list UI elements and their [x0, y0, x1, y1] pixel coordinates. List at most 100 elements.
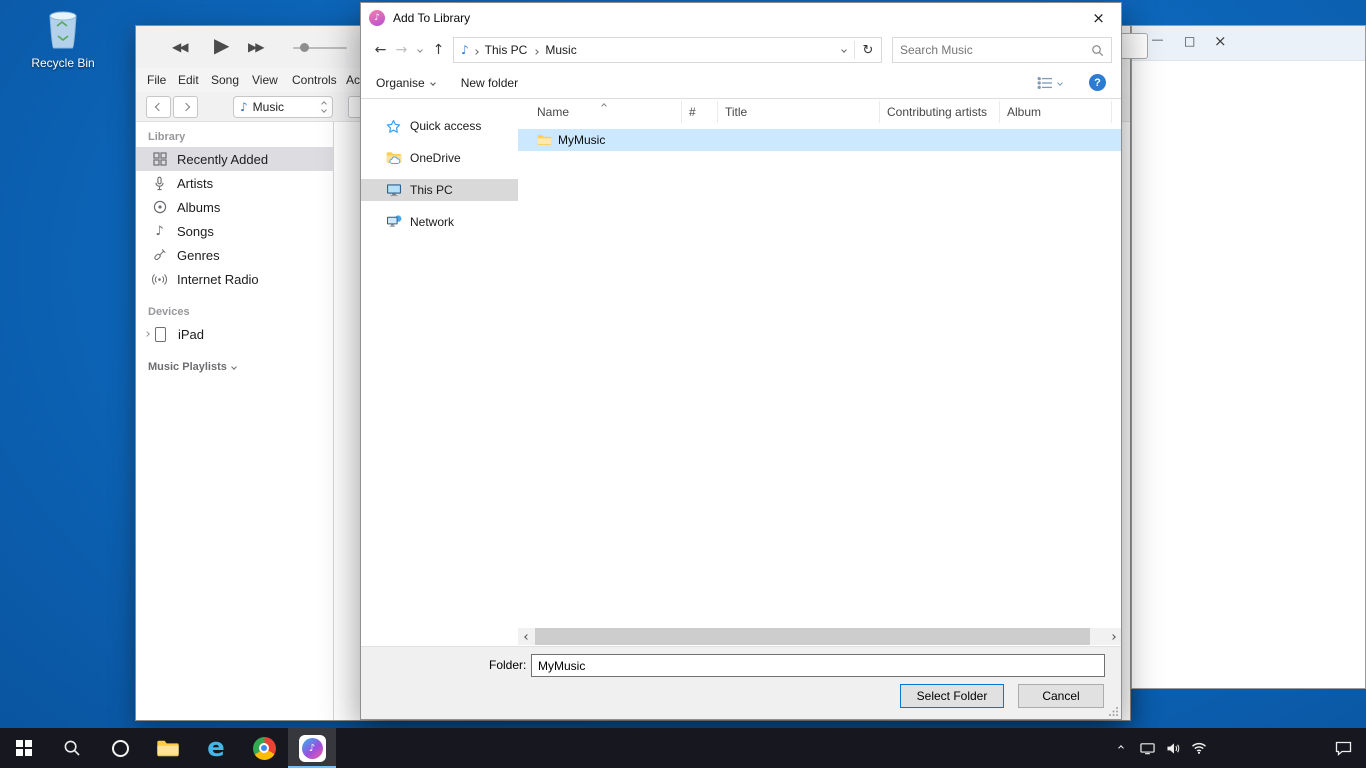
- address-bar[interactable]: ♪ This PC Music ↻: [453, 37, 882, 63]
- sidebar-item-albums[interactable]: Albums: [136, 195, 333, 219]
- file-list: Name # Title Contributing artists Album …: [518, 100, 1121, 645]
- background-window: — □ ×: [1131, 25, 1366, 689]
- previous-track-button[interactable]: ◀◀: [172, 40, 186, 54]
- nav-item-this-pc[interactable]: This PC: [361, 179, 518, 201]
- sidebar-item-artists[interactable]: Artists: [136, 171, 333, 195]
- change-view-icon[interactable]: [1037, 76, 1053, 90]
- breadcrumb-chevron-icon: [534, 41, 538, 59]
- address-dropdown-button[interactable]: [834, 48, 854, 52]
- menu-account[interactable]: Ac: [346, 73, 360, 87]
- scroll-right-button[interactable]: [1104, 628, 1121, 645]
- volume-knob[interactable]: [300, 43, 309, 52]
- close-button[interactable]: ×: [1214, 32, 1227, 50]
- up-button[interactable]: ↑: [428, 42, 449, 58]
- start-button[interactable]: [0, 728, 48, 768]
- itunes-taskbar-button[interactable]: ♪: [288, 728, 336, 768]
- breadcrumb-music[interactable]: Music: [543, 43, 578, 57]
- ipad-icon: [152, 327, 169, 342]
- dialog-footer: Folder: Select Folder Cancel: [361, 646, 1121, 719]
- forward-button[interactable]: →: [391, 42, 412, 58]
- horizontal-scrollbar[interactable]: [518, 628, 1121, 645]
- recycle-bin[interactable]: Recycle Bin: [27, 8, 99, 70]
- dialog-titlebar: ♪ Add To Library ×: [361, 3, 1121, 33]
- menu-view[interactable]: View: [252, 73, 278, 87]
- organise-button[interactable]: Organise: [376, 76, 435, 90]
- volume-tray-icon[interactable]: [1160, 742, 1186, 755]
- column-header-number[interactable]: #: [682, 101, 718, 123]
- cancel-button[interactable]: Cancel: [1018, 684, 1104, 708]
- cortana-icon: [112, 740, 129, 757]
- menu-file[interactable]: File: [147, 73, 166, 87]
- edge-button[interactable]: e: [192, 728, 240, 768]
- itunes-back-button[interactable]: [146, 96, 171, 118]
- music-playlists-header[interactable]: Music Playlists: [148, 361, 333, 373]
- itunes-forward-button[interactable]: [173, 96, 198, 118]
- itunes-sidebar: Library Recently Added Artists Albums ♪ …: [136, 122, 334, 720]
- chevron-down-icon: [231, 364, 237, 370]
- refresh-button[interactable]: ↻: [855, 43, 881, 58]
- search-box[interactable]: [892, 37, 1112, 63]
- help-button[interactable]: ?: [1089, 74, 1106, 91]
- media-picker[interactable]: ♪ Music: [233, 96, 333, 118]
- grid-icon: [151, 152, 168, 166]
- taskbar-search-button[interactable]: [48, 728, 96, 768]
- resize-grip[interactable]: [1108, 706, 1119, 717]
- volume-slider[interactable]: [293, 47, 347, 49]
- breadcrumb-chevron-icon: [474, 41, 478, 59]
- new-folder-button[interactable]: New folder: [461, 76, 518, 90]
- add-to-library-dialog: ♪ Add To Library × ← → ↑ ♪ This PC Music…: [360, 2, 1122, 720]
- sidebar-item-recently-added[interactable]: Recently Added: [136, 147, 333, 171]
- show-hidden-icons-button[interactable]: [1108, 746, 1134, 750]
- sidebar-item-songs[interactable]: ♪ Songs: [136, 219, 333, 243]
- sidebar-item-genres[interactable]: Genres: [136, 243, 333, 267]
- menu-edit[interactable]: Edit: [178, 73, 199, 87]
- breadcrumb-this-pc[interactable]: This PC: [483, 43, 530, 57]
- search-input[interactable]: [900, 43, 1091, 57]
- column-header-album[interactable]: Album: [1000, 101, 1112, 123]
- chrome-button[interactable]: [240, 728, 288, 768]
- recycle-bin-label: Recycle Bin: [27, 56, 99, 70]
- maximize-button[interactable]: □: [1184, 34, 1195, 48]
- search-icon: [1091, 44, 1104, 57]
- library-section-header: Library: [148, 131, 333, 143]
- file-explorer-button[interactable]: [144, 728, 192, 768]
- sidebar-item-internet-radio[interactable]: Internet Radio: [136, 267, 333, 291]
- itunes-app-icon: ♪: [369, 10, 385, 26]
- folder-input[interactable]: [531, 654, 1105, 677]
- column-header-contributing-artists[interactable]: Contributing artists: [880, 101, 1000, 123]
- nav-item-onedrive[interactable]: OneDrive: [361, 147, 518, 169]
- column-header-name[interactable]: Name: [518, 101, 682, 123]
- network-icon: [385, 215, 402, 229]
- picker-carets-icon: [322, 102, 326, 112]
- dialog-navigation-bar: ← → ↑ ♪ This PC Music ↻: [361, 33, 1121, 67]
- dialog-close-button[interactable]: ×: [1076, 3, 1121, 33]
- nav-item-network[interactable]: Network: [361, 211, 518, 233]
- sidebar-item-ipad[interactable]: iPad: [136, 322, 333, 346]
- next-track-button[interactable]: ▶▶: [248, 40, 262, 54]
- play-button[interactable]: ▶: [214, 33, 229, 57]
- column-header-title[interactable]: Title: [718, 101, 880, 123]
- display-tray-icon[interactable]: [1134, 742, 1160, 755]
- select-folder-button[interactable]: Select Folder: [900, 684, 1004, 708]
- view-dropdown-icon[interactable]: [1057, 80, 1063, 86]
- nav-item-quick-access[interactable]: Quick access: [361, 115, 518, 137]
- action-center-button[interactable]: [1330, 741, 1356, 756]
- disclosure-chevron-icon[interactable]: [142, 332, 152, 336]
- recent-locations-dropdown[interactable]: [412, 48, 428, 52]
- desktop: Recycle Bin ◀◀ ▶ ▶▶ File Edit Song View …: [0, 0, 1366, 768]
- recycle-bin-icon: [44, 8, 82, 50]
- file-row-mymusic[interactable]: MyMusic: [518, 129, 1121, 151]
- scrollbar-thumb[interactable]: [535, 628, 1090, 645]
- wifi-tray-icon[interactable]: [1186, 742, 1212, 754]
- music-note-icon: ♪: [240, 100, 248, 114]
- edge-icon: e: [207, 735, 225, 761]
- dialog-command-bar: Organise New folder ?: [361, 67, 1121, 99]
- menu-song[interactable]: Song: [211, 73, 239, 87]
- minimize-button[interactable]: —: [1152, 34, 1163, 46]
- folder-icon: [537, 134, 552, 146]
- scroll-left-button[interactable]: [518, 628, 535, 645]
- back-button[interactable]: ←: [370, 42, 391, 58]
- taskbar: e ♪: [0, 728, 1366, 768]
- menu-controls[interactable]: Controls: [292, 73, 337, 87]
- cortana-button[interactable]: [96, 728, 144, 768]
